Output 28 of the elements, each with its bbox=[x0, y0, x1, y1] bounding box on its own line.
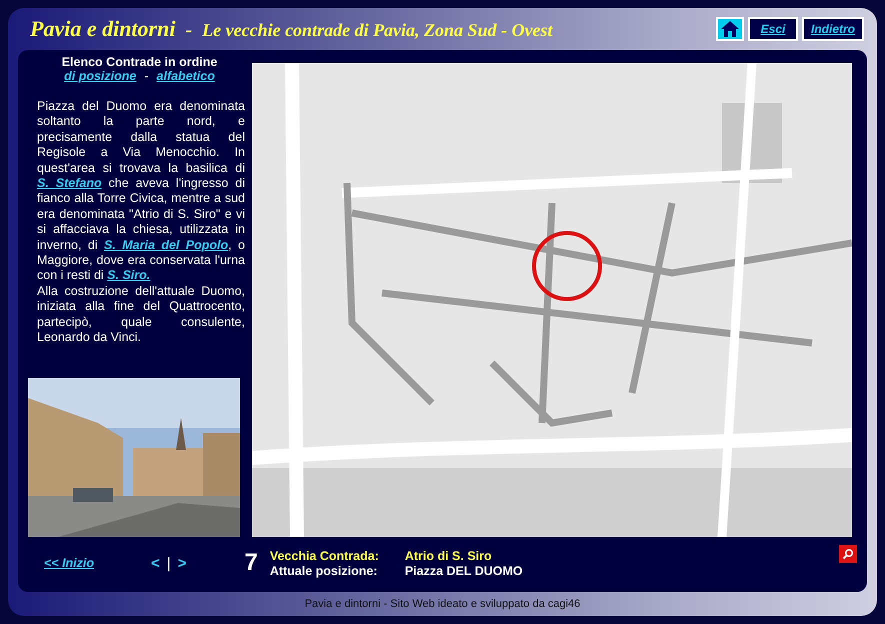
contrada-number: 7 bbox=[244, 549, 258, 577]
nav-divider: | bbox=[166, 554, 171, 572]
home-icon bbox=[720, 20, 740, 38]
order-link[interactable]: alfabetico bbox=[156, 69, 215, 83]
home-button[interactable] bbox=[716, 17, 744, 41]
start-link[interactable]: << Inizio bbox=[44, 556, 94, 570]
site-title: Pavia e dintorni bbox=[30, 16, 176, 42]
description-paragraph: Alla costruzione dell'attuale Duomo, iniziata alla fine del Quattrocento, partecipò, quale consulente, Leonardo da Vinci. bbox=[37, 284, 245, 346]
search-icon bbox=[842, 548, 854, 560]
next-link[interactable]: > bbox=[178, 554, 186, 572]
footer-text: Pavia e dintorni - Sito Web ideato e sviluppato da cagi46 bbox=[304, 597, 582, 612]
text-link[interactable]: S. Stefano bbox=[37, 176, 102, 190]
field-value: Piazza DEL DUOMO bbox=[404, 564, 523, 578]
previous-link[interactable]: < bbox=[151, 554, 160, 572]
description-paragraph: Piazza del Duomo era denominata soltanto la parte nord, e precisamente dalla statua del Regisole a Via Menocchio. In quest'area si trovava la basilica di S. Stefano che aveva l'ingresso di fianco alla Torre Civica, mentre a sud era denominata "Atrio di S. Siro" e vi si affacciava la chiesa, utilizzata in inverno, di S. Maria del Popolo, o Maggiore, dove era conservata l'urna con i resti di S. Siro. bbox=[37, 99, 245, 284]
title-separator: - bbox=[185, 19, 192, 42]
list-heading: Elenco Contrade in ordine bbox=[60, 55, 218, 69]
text-link[interactable]: S. Siro. bbox=[107, 268, 150, 282]
order-link[interactable]: di posizione bbox=[64, 69, 136, 83]
field-value: Atrio di S. Siro bbox=[404, 548, 493, 562]
link-separator: - bbox=[144, 69, 149, 83]
nav-button[interactable]: Esci bbox=[748, 17, 798, 41]
field-label: Attuale posizione: bbox=[270, 564, 378, 578]
text-link[interactable]: S. Maria del Popolo bbox=[104, 238, 228, 252]
nav-button[interactable]: Indietro bbox=[802, 17, 864, 41]
zoom-button[interactable] bbox=[839, 545, 857, 563]
field-label: Vecchia Contrada: bbox=[270, 548, 380, 562]
page-subtitle: Le vecchie contrade di Pavia, Zona Sud - Ovest bbox=[202, 20, 553, 41]
